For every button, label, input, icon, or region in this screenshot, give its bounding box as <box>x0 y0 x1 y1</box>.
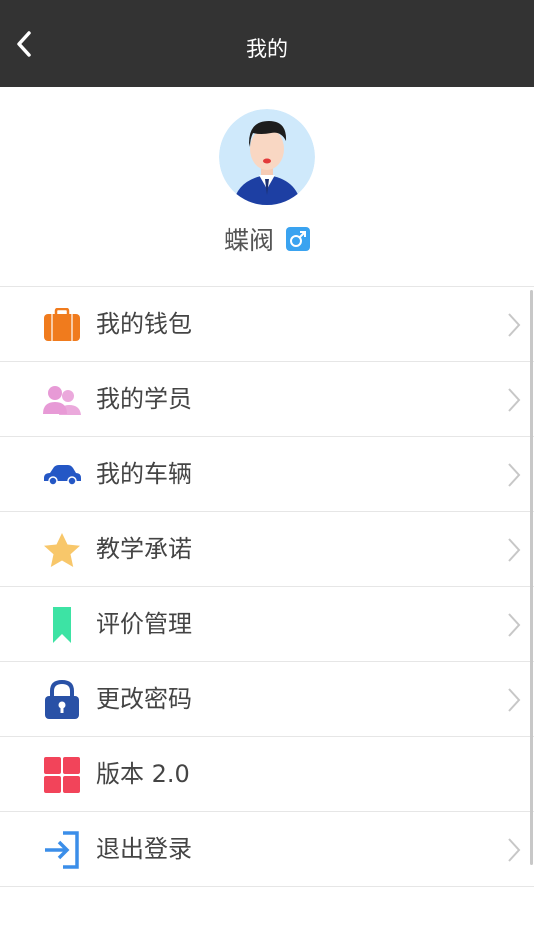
car-icon <box>42 455 82 495</box>
chevron-right-icon <box>508 838 521 862</box>
menu-label: 我的学员 <box>96 385 192 413</box>
top-nav-bar: 我的 <box>0 0 534 87</box>
menu-label: 我的钱包 <box>96 310 192 338</box>
menu-item-change-password[interactable]: 更改密码 <box>0 662 534 737</box>
chevron-right-icon <box>508 313 521 337</box>
students-icon <box>42 380 82 420</box>
menu-item-teaching-promise[interactable]: 教学承诺 <box>0 512 534 587</box>
page-title: 我的 <box>246 37 288 61</box>
menu-label: 评价管理 <box>96 610 192 638</box>
menu-label: 更改密码 <box>96 685 192 713</box>
lock-icon <box>42 680 82 720</box>
chevron-right-icon <box>508 463 521 487</box>
name-row: 蝶阀 <box>0 221 534 257</box>
logout-icon <box>42 830 82 870</box>
menu-label: 我的车辆 <box>96 460 192 488</box>
chevron-right-icon <box>508 613 521 637</box>
menu-label: 版本 2.0 <box>96 760 190 788</box>
chevron-right-icon <box>508 388 521 412</box>
user-name: 蝶阀 <box>223 226 274 255</box>
menu-item-students[interactable]: 我的学员 <box>0 362 534 437</box>
avatar[interactable] <box>219 109 315 205</box>
male-icon <box>286 227 310 251</box>
menu-label: 退出登录 <box>96 835 192 863</box>
menu-item-wallet[interactable]: 我的钱包 <box>0 287 534 362</box>
bookmark-icon <box>42 605 82 645</box>
wallet-icon <box>42 305 82 345</box>
chevron-right-icon <box>508 688 521 712</box>
profile-section: 蝶阀 <box>0 87 534 287</box>
menu-item-version[interactable]: 版本 2.0 <box>0 737 534 812</box>
chevron-right-icon <box>508 538 521 562</box>
menu-item-reviews[interactable]: 评价管理 <box>0 587 534 662</box>
grid-icon <box>42 755 82 795</box>
avatar-illustration <box>219 109 315 205</box>
star-icon <box>42 530 82 570</box>
scrollbar[interactable] <box>530 290 533 865</box>
menu-label: 教学承诺 <box>96 535 192 563</box>
menu-list: 我的钱包 我的学员 我的车辆 教学承诺 评价管理 更改密码 版本 2.0 退出登… <box>0 286 534 887</box>
menu-item-logout[interactable]: 退出登录 <box>0 812 534 887</box>
menu-item-vehicles[interactable]: 我的车辆 <box>0 437 534 512</box>
